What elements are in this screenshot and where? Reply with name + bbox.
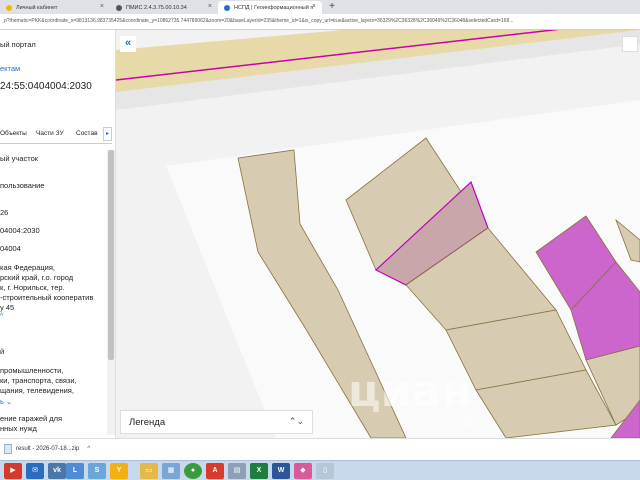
browser-tab-strip: Личный кабинет × ПМИС 2.4.3.75.00.10.34 … bbox=[0, 0, 640, 14]
mail-icon[interactable]: ✉ bbox=[26, 463, 44, 479]
tabs-next-button[interactable]: ▸ bbox=[103, 127, 112, 141]
address-line: у 45 bbox=[0, 303, 15, 312]
objects-link[interactable]: ектам bbox=[0, 64, 20, 73]
watermark-logo: циан bbox=[348, 366, 472, 417]
close-icon[interactable]: × bbox=[208, 3, 212, 10]
start-button[interactable]: ▶ bbox=[4, 463, 22, 479]
excel-icon[interactable]: X bbox=[250, 463, 268, 479]
fullscreen-button[interactable] bbox=[622, 36, 638, 52]
category-line: промышленности, bbox=[0, 366, 64, 375]
field-value: 26 bbox=[0, 208, 9, 217]
download-item[interactable]: result - 2026-07-18...zip ^ bbox=[4, 444, 90, 454]
category-expand-toggle[interactable]: ь ⌄ bbox=[0, 397, 12, 406]
category-value: й bbox=[0, 347, 5, 356]
gallery-icon[interactable]: ▦ bbox=[162, 463, 180, 479]
cadastral-map[interactable]: « циан 958 Легенда ⌃⌄ bbox=[116, 30, 640, 438]
tab-title: Личный кабинет bbox=[16, 4, 58, 11]
collapse-panel-button[interactable]: « bbox=[120, 36, 136, 52]
legend-label: Легенда bbox=[129, 416, 166, 428]
object-type-value: ый участок bbox=[0, 154, 39, 163]
object-kind-value: пользование bbox=[0, 181, 45, 190]
permitted-use-line: нных нужд bbox=[0, 424, 37, 433]
nspd-favicon-icon bbox=[224, 4, 230, 11]
address-expand-toggle[interactable]: ^ bbox=[0, 313, 3, 320]
browser-icon[interactable]: S bbox=[88, 463, 106, 479]
category-line: щания, телевидения, bbox=[0, 386, 74, 395]
legend-dropdown[interactable]: Легенда ⌃⌄ bbox=[120, 410, 313, 434]
close-icon[interactable]: × bbox=[100, 3, 104, 10]
tab-pmis[interactable]: ПМИС 2.4.3.75.00.10.34 × bbox=[110, 1, 218, 14]
scrollbar-thumb[interactable] bbox=[108, 150, 114, 360]
address-line: рский край, г.о. город bbox=[0, 273, 74, 282]
tab-land-parts[interactable]: Части ЗУ bbox=[36, 130, 64, 137]
info-tabs: Объекты Части ЗУ Состав ▸ bbox=[0, 126, 112, 144]
address-url[interactable]: p?thematic=PKK&coordinate_x=9813136.9837… bbox=[4, 18, 634, 24]
yandex-icon[interactable]: Y bbox=[110, 463, 128, 479]
category-line: ки, транспорта, связи, bbox=[0, 376, 77, 385]
vk-icon[interactable]: vk bbox=[48, 463, 66, 479]
download-filename: result - 2026-07-18...zip bbox=[16, 446, 80, 452]
tab-personal-cabinet[interactable]: Личный кабинет × bbox=[0, 1, 110, 14]
tab-composition[interactable]: Состав bbox=[76, 130, 98, 137]
portal-title: ый портал bbox=[0, 40, 36, 49]
tab-objects[interactable]: Объекты bbox=[0, 130, 27, 137]
cabinet-favicon-icon bbox=[6, 4, 12, 11]
new-tab-button[interactable]: + bbox=[326, 1, 338, 13]
chrome-icon[interactable]: ● bbox=[184, 463, 202, 479]
address-line: -строительный кооператив bbox=[0, 293, 94, 302]
app-icon[interactable]: ▤ bbox=[228, 463, 246, 479]
object-info-panel: ый портал ектам 24:55:0404004:2030 Объек… bbox=[0, 30, 116, 438]
explorer-icon[interactable]: ▭ bbox=[140, 463, 158, 479]
address-line: к, г. Норильск, тер. bbox=[0, 283, 65, 292]
permitted-use-line: ение гаражей для bbox=[0, 414, 63, 423]
os-taskbar: ▶ ✉ vk L S Y ▭ ▦ ● A ▤ X W ◆ ▯ bbox=[0, 460, 640, 480]
cadastral-number-value: 04004:2030 bbox=[0, 226, 40, 235]
chevron-up-icon[interactable]: ^ bbox=[87, 446, 90, 452]
chevron-up-down-icon: ⌃⌄ bbox=[288, 416, 304, 426]
download-shelf: result - 2026-07-18...zip ^ bbox=[0, 438, 640, 460]
tab-title: НСПД | Геоинформационный п bbox=[234, 4, 314, 11]
pdf-icon[interactable]: A bbox=[206, 463, 224, 479]
cadastral-number: 24:55:0404004:2030 bbox=[0, 81, 92, 92]
address-line: кая Федерация, bbox=[0, 263, 55, 272]
paint-icon[interactable]: ◆ bbox=[294, 463, 312, 479]
close-icon[interactable]: × bbox=[312, 3, 316, 10]
address-bar[interactable]: p?thematic=PKK&coordinate_x=9813136.9837… bbox=[0, 14, 640, 30]
pmis-favicon-icon bbox=[116, 4, 122, 11]
word-icon[interactable]: W bbox=[272, 463, 290, 479]
lock-icon[interactable]: L bbox=[66, 463, 84, 479]
tab-nspd[interactable]: НСПД | Геоинформационный п × bbox=[218, 1, 322, 14]
folder-icon[interactable]: ▯ bbox=[316, 463, 334, 479]
panel-scrollbar[interactable] bbox=[107, 150, 115, 435]
zip-file-icon bbox=[4, 444, 12, 454]
watermark-id: 958 bbox=[446, 414, 473, 431]
quarter-value: 04004 bbox=[0, 244, 21, 253]
tab-title: ПМИС 2.4.3.75.00.10.34 bbox=[126, 4, 187, 11]
